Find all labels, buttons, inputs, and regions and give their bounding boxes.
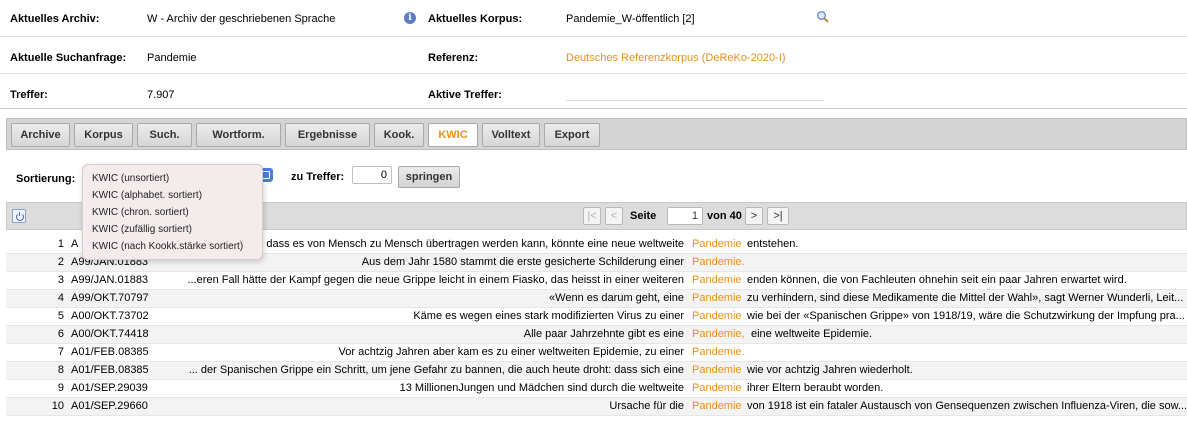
row-left-context: Ursache für die [609,400,684,412]
suchanfrage-value: Pandemie [147,52,197,64]
dropdown-option-chron[interactable]: KWIC (chron. sortiert) [92,207,189,218]
sortierung-label: Sortierung: [16,173,76,185]
row-left-context: 13 MillionenJungen und Mädchen sind durc… [399,382,684,394]
table-row[interactable]: 4 A99/OKT.70797 «Wenn es darum geht, ein… [6,290,1187,308]
row-siglum[interactable]: A01/SEP.29039 [71,380,148,397]
table-row[interactable]: 5 A00/OKT.73702 Käme es wegen eines star… [6,308,1187,326]
row-number: 8 [57,364,64,376]
info-row-archiv: Aktuelles Archiv: W - Archiv der geschri… [0,0,1187,36]
tab-volltext[interactable]: Volltext [482,123,540,147]
info-panel: Aktuelles Archiv: W - Archiv der geschri… [0,0,1187,109]
row-keyword[interactable]: Pandemie [692,236,742,253]
row-number: 2 [57,256,64,268]
row-keyword[interactable]: Pandemie [692,290,742,307]
seite-label: Seite [630,210,657,222]
tab-export[interactable]: Export [544,123,600,147]
row-number: 1 [57,238,64,250]
tab-kook[interactable]: Kook. [374,123,424,147]
springen-button[interactable]: springen [398,166,460,188]
korpus-label: Aktuelles Korpus: [428,13,523,25]
zu-treffer-label: zu Treffer: [291,171,345,183]
row-right-context: entstehen. [747,238,799,250]
magnifier-search-icon[interactable] [816,10,830,24]
row-siglum[interactable]: A [71,236,78,253]
referenz-label: Referenz: [428,52,479,64]
tab-such[interactable]: Such. [137,123,192,147]
page-number-input[interactable]: 1 [667,207,703,225]
row-left-context: Vor achtzig Jahren aber kam es zu einer … [338,346,684,358]
table-row[interactable]: 10 A01/SEP.29660 Ursache für die Pandemi… [6,398,1187,416]
row-right-context: wie vor achtzig Jahren wiederholt. [747,364,913,376]
row-keyword[interactable]: Pandemie [692,272,742,289]
tab-kwic[interactable]: KWIC [428,123,478,147]
row-keyword[interactable]: Pandemie [692,308,742,325]
row-left-context: ... der Spanischen Grippe ein Schritt, u… [188,364,684,376]
suchanfrage-label: Aktuelle Suchanfrage: [10,52,127,64]
last-page-button[interactable]: >| [767,207,789,225]
row-left-context: ...eren Fall hätte der Kampf gegen die n… [187,274,685,286]
row-number: 9 [57,382,64,394]
info-row-treffer: Treffer: 7.907 Aktive Treffer: [0,74,1187,110]
info-icon[interactable]: i [404,12,416,24]
zu-treffer-input[interactable]: 0 [352,166,392,184]
row-siglum[interactable]: A00/OKT.73702 [71,308,149,325]
next-page-button[interactable]: > [745,207,763,225]
korpus-value: Pandemie_W-öffentlich [2] [566,13,695,25]
dropdown-option-zufaellig[interactable]: KWIC (zufällig sortiert) [92,224,192,235]
treffer-label: Treffer: [10,89,48,101]
row-number: 6 [57,328,64,340]
row-right-context: zu verhindern, sind diese Medikamente di… [747,292,1184,304]
row-right-context: ihrer Eltern beraubt worden. [747,382,884,394]
info-row-suchanfrage: Aktuelle Suchanfrage: Pandemie Referenz:… [0,37,1187,73]
table-row[interactable]: 6 A00/OKT.74418 Alle paar Jahrzehnte gib… [6,326,1187,344]
dropdown-option-kookk[interactable]: KWIC (nach Kookk.stärke sortiert) [92,241,243,252]
row-right-context: eine weltweite Epidemie. [751,328,873,340]
row-right-context: wie bei der «Spanischen Grippe» von 1918… [747,310,1185,322]
row-keyword[interactable]: Pandemie [692,398,742,415]
row-left-context: «Wenn es darum geht, eine [549,292,684,304]
row-keyword[interactable]: Pandemie [692,362,742,379]
row-right-context: enden können, die von Fachleuten ohnehin… [747,274,1127,286]
aktive-treffer-value [566,100,824,101]
table-row[interactable]: 9 A01/SEP.29039 13 MillionenJungen und M… [6,380,1187,398]
row-number: 5 [57,310,64,322]
row-siglum[interactable]: A01/SEP.29660 [71,398,148,415]
row-number: 3 [57,274,64,286]
row-keyword[interactable]: Pandemie. [692,254,745,271]
tab-bar: Archive Korpus Such. Wortform. Ergebniss… [6,118,1187,150]
dropdown-option-unsortiert[interactable]: KWIC (unsortiert) [92,173,169,184]
treffer-value: 7.907 [147,89,175,101]
row-siglum[interactable]: A01/FEB.08385 [71,362,149,379]
prev-page-button[interactable]: < [605,207,623,225]
first-page-button[interactable]: |< [583,207,601,225]
archiv-value: W - Archiv der geschriebenen Sprache [147,13,336,25]
row-number: 4 [57,292,64,304]
row-left-context: Alle paar Jahrzehnte gibt es eine [523,328,684,340]
dropdown-option-alphabet[interactable]: KWIC (alphabet. sortiert) [92,190,202,201]
tab-wortform[interactable]: Wortform. [196,123,281,147]
row-left-context: Käme es wegen eines stark modifizierten … [413,310,684,322]
table-row[interactable]: 3 A99/JAN.01883 ...eren Fall hätte der K… [6,272,1187,290]
row-siglum[interactable]: A00/OKT.74418 [71,326,149,343]
tab-ergebnisse[interactable]: Ergebnisse [285,123,370,147]
row-right-context: von 1918 ist ein fataler Austausch von G… [747,400,1187,412]
row-keyword[interactable]: Pandemie. [692,344,745,361]
row-number: 7 [57,346,64,358]
sortierung-dropdown: KWIC (unsortiert) KWIC (alphabet. sortie… [82,164,263,260]
aktive-treffer-label: Aktive Treffer: [428,89,502,101]
von-pages-label: von 40 [707,210,742,222]
row-siglum[interactable]: A99/OKT.70797 [71,290,149,307]
referenz-link[interactable]: Deutsches Referenzkorpus (DeReKo-2020-I) [566,52,786,64]
row-number: 10 [51,400,64,412]
tab-korpus[interactable]: Korpus [74,123,133,147]
row-keyword[interactable]: Pandemie [692,380,742,397]
row-keyword[interactable]: Pandemie, [692,326,745,343]
tab-archive[interactable]: Archive [11,123,70,147]
archiv-label: Aktuelles Archiv: [10,13,100,25]
table-row[interactable]: 7 A01/FEB.08385 Vor achtzig Jahren aber … [6,344,1187,362]
row-siglum[interactable]: A01/FEB.08385 [71,344,149,361]
row-siglum[interactable]: A99/JAN.01883 [71,272,148,289]
table-row[interactable]: 8 A01/FEB.08385 ... der Spanischen Gripp… [6,362,1187,380]
power-icon[interactable] [12,209,26,223]
